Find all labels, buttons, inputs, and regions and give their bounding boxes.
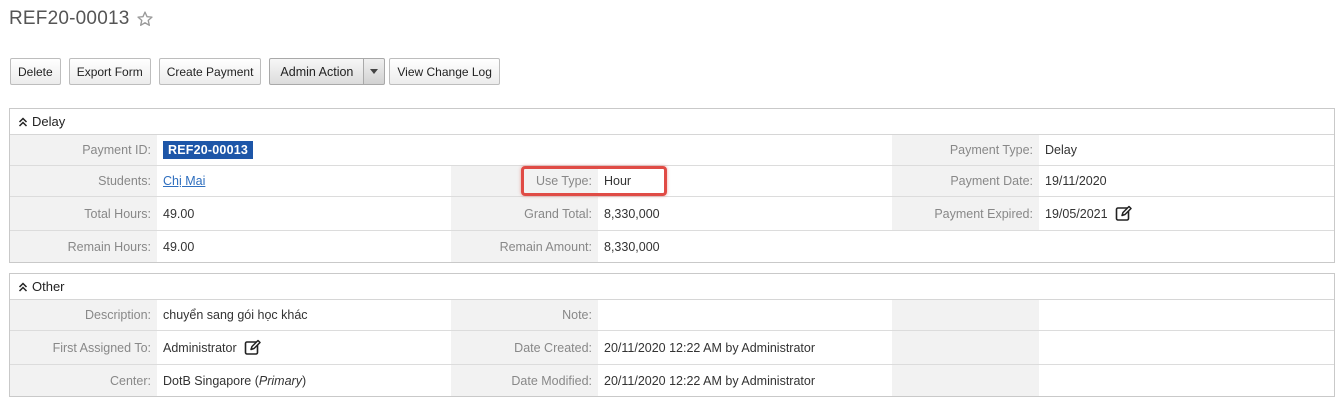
action-toolbar: Delete Export Form Create Payment Admin … (10, 58, 508, 85)
admin-action-dropdown-button[interactable] (364, 58, 386, 85)
chevron-down-icon (370, 69, 379, 74)
date-modified-value: 20/11/2020 12:22 AM by Administrator (598, 365, 892, 396)
description-value: chuyển sang gói học khác (157, 300, 451, 330)
record-header: REF20-00013 (9, 6, 154, 32)
view-change-log-button[interactable]: View Change Log (389, 58, 500, 85)
other-panel: Other Description: chuyển sang gói học k… (9, 273, 1335, 397)
payment-expired-label: Payment Expired: (892, 197, 1039, 230)
payment-date-value: 19/11/2020 (1039, 166, 1334, 196)
payment-expired-value: 19/05/2021 (1045, 206, 1108, 221)
remain-hours-label: Remain Hours: (10, 231, 157, 262)
delay-panel: Delay Payment ID: REF20-00013 Payment Ty… (9, 108, 1335, 263)
edit-icon[interactable] (1115, 205, 1132, 222)
date-modified-label: Date Modified: (451, 365, 598, 396)
students-label: Students: (10, 166, 157, 196)
date-created-label: Date Created: (451, 331, 598, 364)
remain-amount-label: Remain Amount: (451, 231, 598, 262)
date-created-value: 20/11/2020 12:22 AM by Administrator (598, 331, 892, 364)
total-hours-label: Total Hours: (10, 197, 157, 230)
center-name: DotB Singapore (163, 373, 252, 388)
student-link[interactable]: Chị Mai (163, 174, 205, 188)
detail-row: Description: chuyển sang gói học khác No… (10, 300, 1334, 331)
first-assigned-value: Administrator (163, 340, 237, 355)
other-panel-header[interactable]: Other (10, 274, 1334, 300)
payment-type-label: Payment Type: (892, 135, 1039, 165)
page-title: REF20-00013 (9, 8, 130, 29)
grand-total-label: Grand Total: (451, 197, 598, 230)
detail-row: Center: DotB Singapore (Primary) Date Mo… (10, 365, 1334, 396)
detail-row: First Assigned To: Administrator Date Cr… (10, 331, 1334, 365)
payment-type-value: Delay (1039, 135, 1334, 165)
center-primary-tag: Primary (258, 373, 302, 388)
admin-action-group: Admin Action (269, 58, 386, 85)
star-icon[interactable] (136, 10, 154, 28)
detail-row: Total Hours: 49.00 Grand Total: 8,330,00… (10, 197, 1334, 231)
detail-row: Students: Chị Mai Use Type: Hour Payment… (10, 166, 1334, 197)
double-chevron-up-icon (18, 281, 28, 292)
center-label: Center: (10, 365, 157, 396)
center-value: DotB Singapore (Primary) (157, 365, 451, 396)
double-chevron-up-icon (18, 116, 28, 127)
payment-id-label: Payment ID: (10, 135, 157, 165)
remain-hours-value: 49.00 (157, 231, 451, 262)
detail-row: Payment ID: REF20-00013 Payment Type: De… (10, 135, 1334, 166)
payment-id-badge: REF20-00013 (163, 141, 254, 159)
note-label: Note: (451, 300, 598, 330)
delete-button[interactable]: Delete (10, 58, 61, 85)
edit-icon[interactable] (244, 339, 261, 356)
description-label: Description: (10, 300, 157, 330)
use-type-value: Hour (598, 166, 892, 196)
export-form-button[interactable]: Export Form (68, 58, 151, 85)
detail-row: Remain Hours: 49.00 Remain Amount: 8,330… (10, 231, 1334, 262)
remain-amount-value: 8,330,000 (598, 231, 892, 262)
grand-total-value: 8,330,000 (598, 197, 892, 230)
create-payment-button[interactable]: Create Payment (158, 58, 262, 85)
use-type-label: Use Type: (451, 166, 598, 196)
total-hours-value: 49.00 (157, 197, 451, 230)
delay-panel-header[interactable]: Delay (10, 109, 1334, 135)
delay-panel-title: Delay (32, 114, 66, 129)
other-panel-title: Other (32, 279, 65, 294)
payment-date-label: Payment Date: (892, 166, 1039, 196)
note-value (598, 300, 892, 330)
first-assigned-label: First Assigned To: (10, 331, 157, 364)
admin-action-button[interactable]: Admin Action (269, 58, 365, 85)
